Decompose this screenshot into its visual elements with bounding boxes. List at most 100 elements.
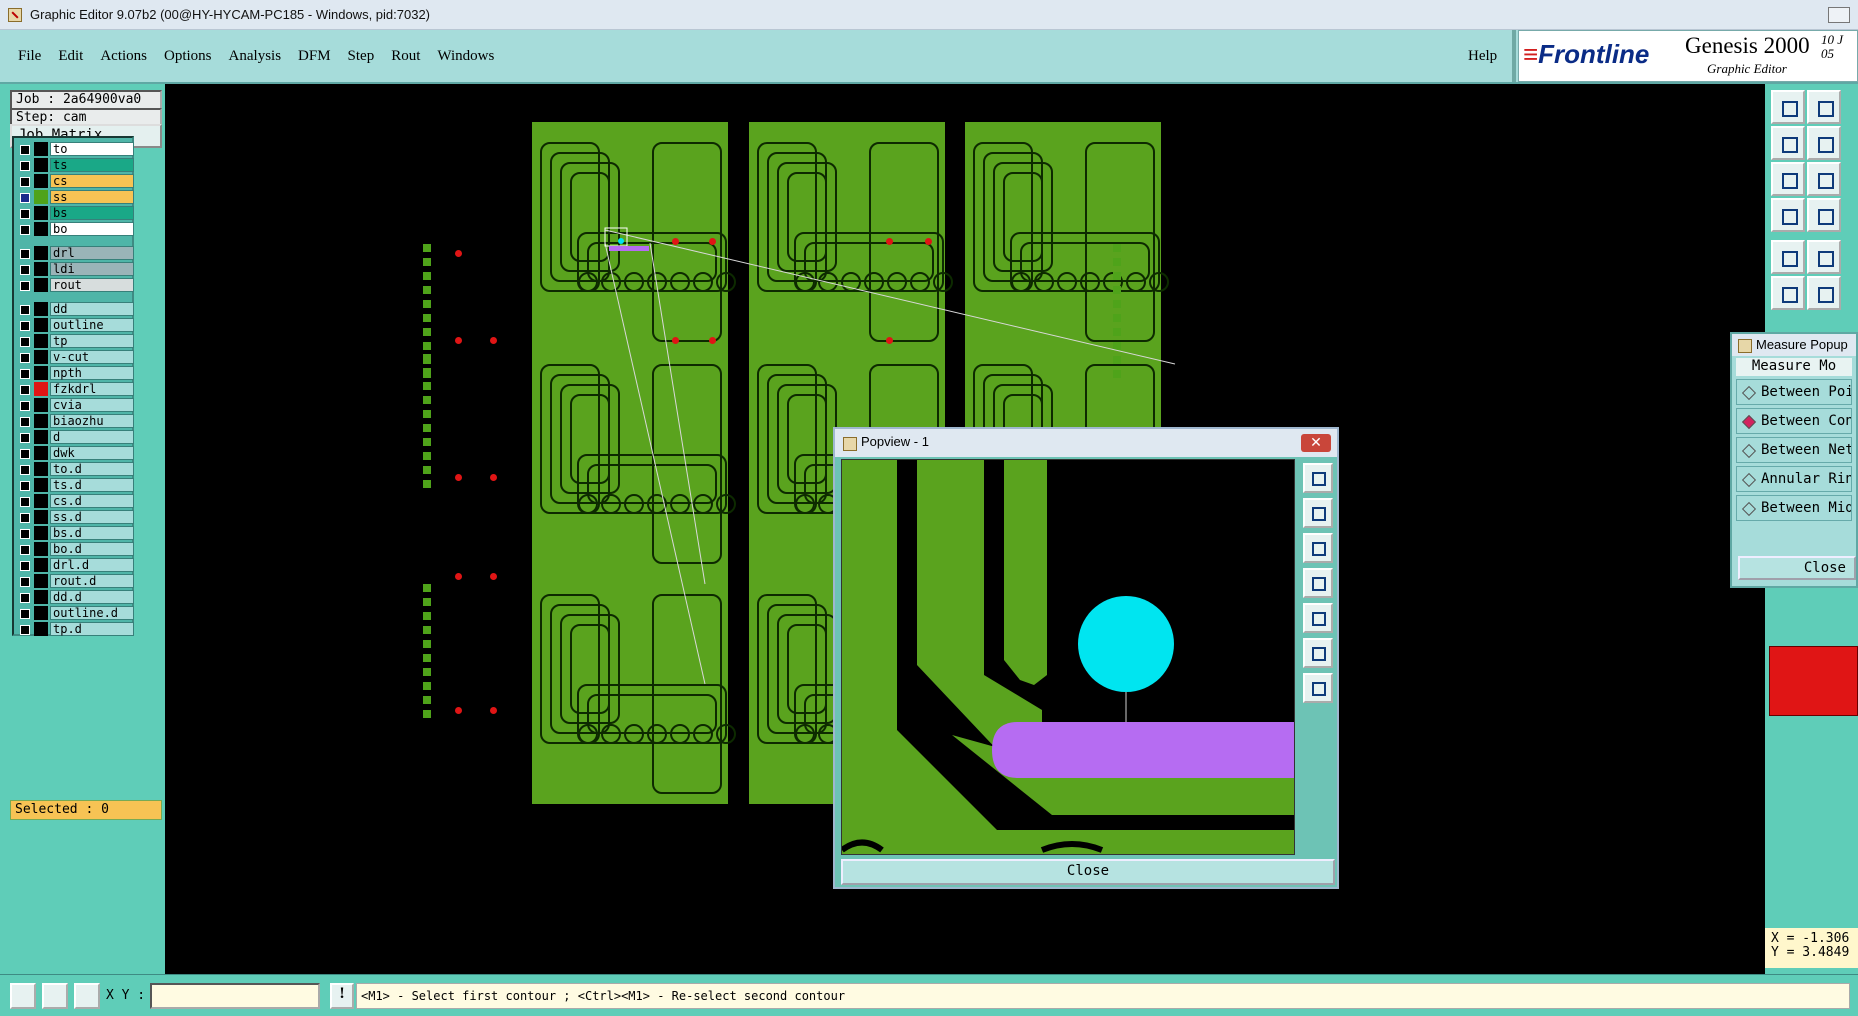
layer-row-ldi[interactable]: ldi <box>16 261 134 277</box>
layer-checkbox[interactable] <box>20 209 30 219</box>
measure-option-1[interactable]: Between Con <box>1736 408 1852 434</box>
layer-name[interactable]: drl.d <box>50 558 134 572</box>
layer-row-npth[interactable]: npth <box>16 365 134 381</box>
layer-name[interactable]: bs <box>50 206 134 220</box>
layer-checkbox[interactable] <box>20 177 30 187</box>
warning-button[interactable]: ! <box>330 983 354 1009</box>
layer-checkbox[interactable] <box>20 513 30 523</box>
menu-file[interactable]: File <box>18 48 41 65</box>
layer-row-rout[interactable]: rout <box>16 277 134 293</box>
layer-name[interactable]: to.d <box>50 462 134 476</box>
popview-close-button[interactable]: Close <box>841 859 1335 885</box>
layer-name[interactable]: npth <box>50 366 134 380</box>
layer-checkbox[interactable] <box>20 193 30 203</box>
layer-name[interactable]: bo <box>50 222 134 236</box>
layer-name[interactable]: d <box>50 430 134 444</box>
layer-name[interactable]: tp.d <box>50 622 134 636</box>
menu-actions[interactable]: Actions <box>100 48 147 65</box>
layer-row-outline[interactable]: outline <box>16 317 134 333</box>
menu-options[interactable]: Options <box>164 48 212 65</box>
layer-checkbox[interactable] <box>20 353 30 363</box>
tool-icon-1[interactable] <box>1771 90 1805 124</box>
layer-name[interactable]: dd.d <box>50 590 134 604</box>
popview-tool-icon-6[interactable] <box>1303 638 1333 668</box>
layer-name[interactable]: drl <box>50 246 134 260</box>
layer-name[interactable]: rout.d <box>50 574 134 588</box>
tool-icon-3[interactable] <box>1771 126 1805 160</box>
layer-name[interactable]: tp <box>50 334 134 348</box>
layer-row-bs.d[interactable]: bs.d <box>16 525 134 541</box>
layer-row-d[interactable]: d <box>16 429 134 445</box>
layer-row-biaozhu[interactable]: biaozhu <box>16 413 134 429</box>
layer-row-cs.d[interactable]: cs.d <box>16 493 134 509</box>
measure-close-button[interactable]: Close <box>1738 556 1856 580</box>
layer-name[interactable]: cs <box>50 174 134 188</box>
layer-checkbox[interactable] <box>20 385 30 395</box>
tool-icon-6[interactable] <box>1807 162 1841 196</box>
layer-checkbox[interactable] <box>20 481 30 491</box>
layer-name[interactable]: cs.d <box>50 494 134 508</box>
layer-row-tp.d[interactable]: tp.d <box>16 621 134 637</box>
overview-thumbnail[interactable] <box>1769 646 1858 716</box>
layer-row-ss[interactable]: ss <box>16 189 134 205</box>
layer-row-outline.d[interactable]: outline.d <box>16 605 134 621</box>
layer-name[interactable]: cvia <box>50 398 134 412</box>
layer-checkbox[interactable] <box>20 225 30 235</box>
menu-rout[interactable]: Rout <box>391 48 420 65</box>
layer-row-dd.d[interactable]: dd.d <box>16 589 134 605</box>
popview-tool-icon-4[interactable] <box>1303 568 1333 598</box>
popview-tool-icon-1[interactable] <box>1303 463 1333 493</box>
layer-name[interactable]: bo.d <box>50 542 134 556</box>
layer-name[interactable]: dd <box>50 302 134 316</box>
menu-edit[interactable]: Edit <box>58 48 83 65</box>
menu-help[interactable]: Help <box>1468 48 1497 65</box>
layer-row-ts[interactable]: ts <box>16 157 134 173</box>
layer-checkbox[interactable] <box>20 465 30 475</box>
window-restore-button[interactable] <box>1828 7 1850 23</box>
layer-checkbox[interactable] <box>20 609 30 619</box>
tool-icon-12[interactable] <box>1807 276 1841 310</box>
layer-name[interactable]: ts <box>50 158 134 172</box>
layer-checkbox[interactable] <box>20 577 30 587</box>
layer-row-v-cut[interactable]: v-cut <box>16 349 134 365</box>
measure-option-3[interactable]: Annular Rin <box>1736 466 1852 492</box>
layer-checkbox[interactable] <box>20 401 30 411</box>
tool-icon-5[interactable] <box>1771 162 1805 196</box>
layer-name[interactable]: outline.d <box>50 606 134 620</box>
layer-name[interactable]: dwk <box>50 446 134 460</box>
popview-tool-icon-5[interactable] <box>1303 603 1333 633</box>
layer-row-rout.d[interactable]: rout.d <box>16 573 134 589</box>
layer-checkbox[interactable] <box>20 249 30 259</box>
layer-checkbox[interactable] <box>20 561 30 571</box>
tool-icon-10[interactable] <box>1807 240 1841 274</box>
layer-checkbox[interactable] <box>20 529 30 539</box>
popview-tool-icon-3[interactable] <box>1303 533 1333 563</box>
layer-row-drl[interactable]: drl <box>16 245 134 261</box>
layer-checkbox[interactable] <box>20 305 30 315</box>
layer-checkbox[interactable] <box>20 161 30 171</box>
tool-icon-8[interactable] <box>1807 198 1841 232</box>
layer-row-cvia[interactable]: cvia <box>16 397 134 413</box>
layer-name[interactable]: rout <box>50 278 134 292</box>
layer-checkbox[interactable] <box>20 433 30 443</box>
layer-checkbox[interactable] <box>20 545 30 555</box>
layer-row-ts.d[interactable]: ts.d <box>16 477 134 493</box>
tool-icon-4[interactable] <box>1807 126 1841 160</box>
tool-icon-7[interactable] <box>1771 198 1805 232</box>
layer-checkbox[interactable] <box>20 417 30 427</box>
layer-name[interactable]: to <box>50 142 134 156</box>
menu-step[interactable]: Step <box>348 48 375 65</box>
popview-tool-icon-7[interactable] <box>1303 673 1333 703</box>
measure-option-0[interactable]: Between Poi <box>1736 379 1852 405</box>
layer-name[interactable]: biaozhu <box>50 414 134 428</box>
popview-zoom-view[interactable] <box>841 459 1295 855</box>
layer-name[interactable]: ss <box>50 190 134 204</box>
menu-analysis[interactable]: Analysis <box>229 48 282 65</box>
layer-name[interactable]: ts.d <box>50 478 134 492</box>
layer-checkbox[interactable] <box>20 265 30 275</box>
layer-checkbox[interactable] <box>20 337 30 347</box>
popview-close-x-button[interactable]: ✕ <box>1301 434 1331 452</box>
layer-name[interactable]: v-cut <box>50 350 134 364</box>
layer-row-bo.d[interactable]: bo.d <box>16 541 134 557</box>
layer-row-to[interactable]: to <box>16 141 134 157</box>
